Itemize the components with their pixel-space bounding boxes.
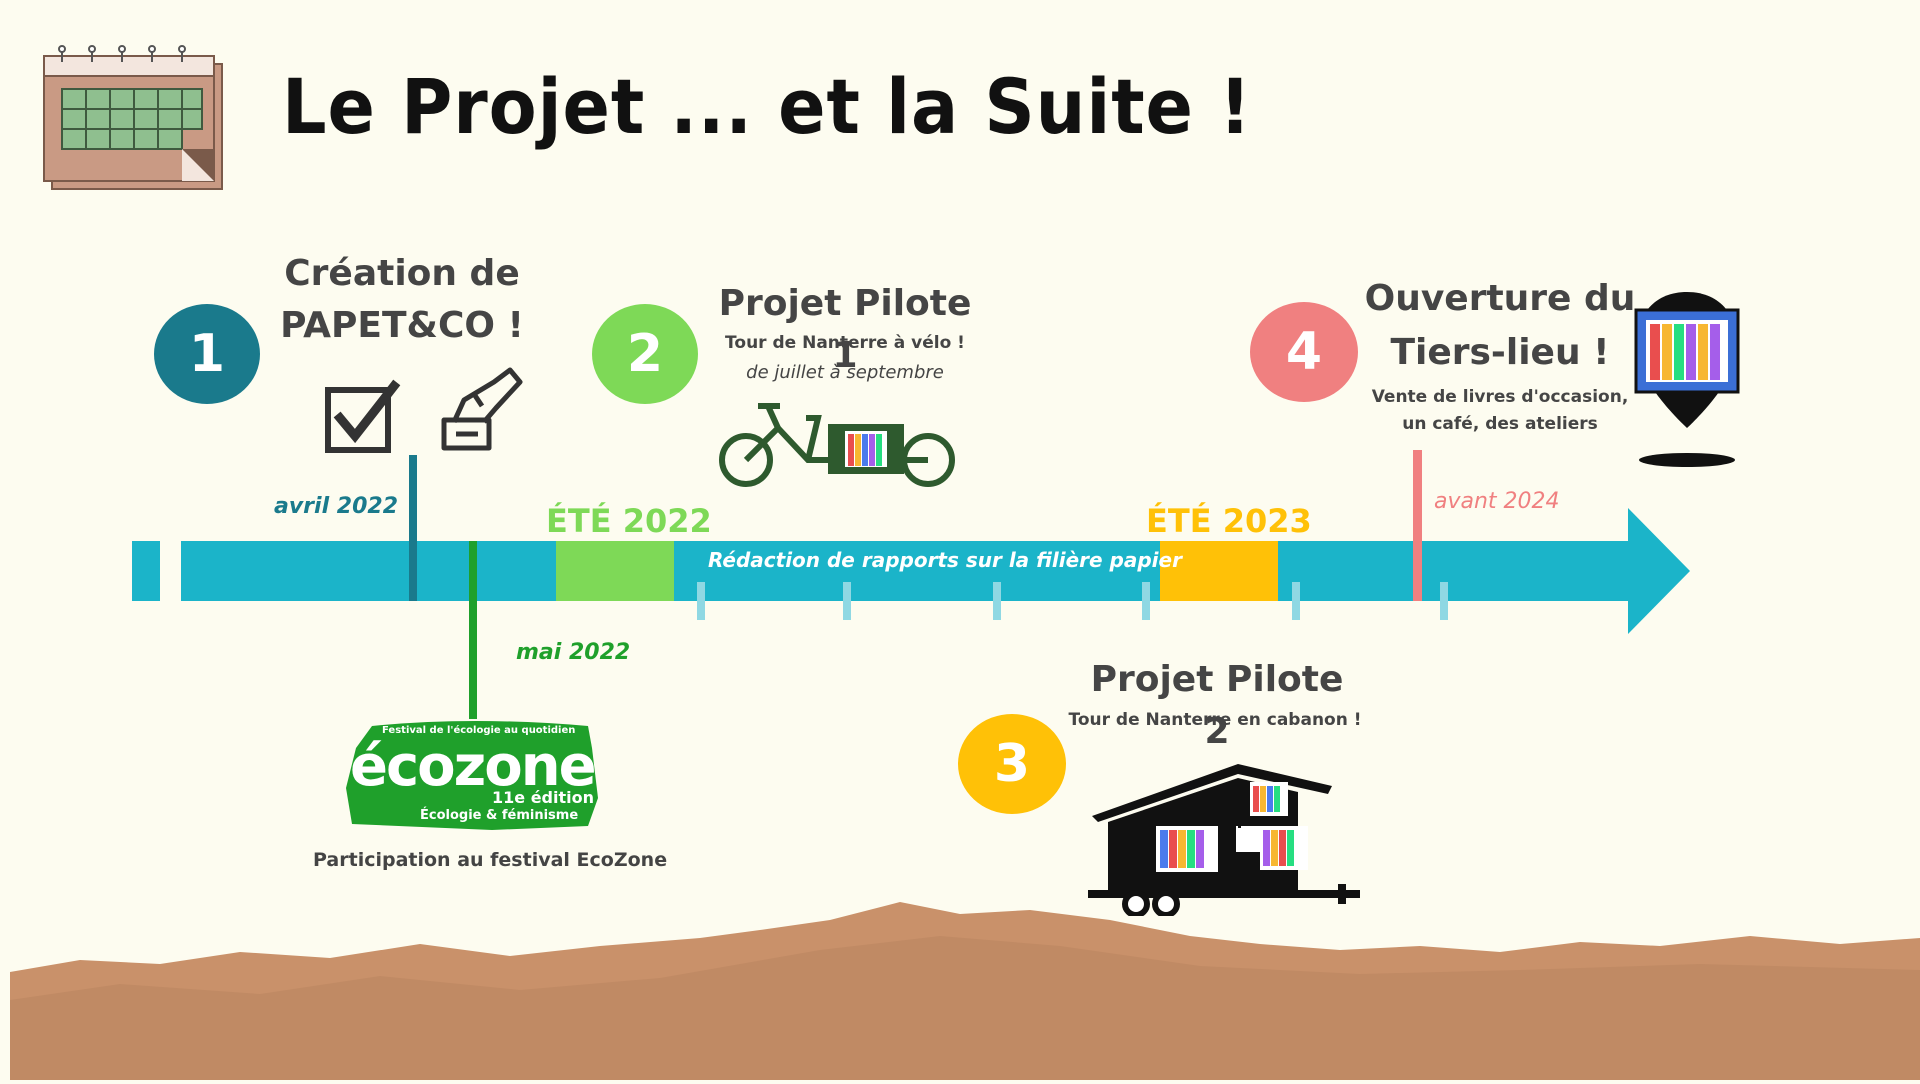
april-2022-marker: [409, 455, 417, 601]
before-2024-date: avant 2024: [1434, 489, 1560, 514]
torn-paper-decoration: [0, 880, 1920, 1080]
ecozone-caption: Participation au festival EcoZone: [313, 849, 668, 871]
step-1-title-line1: Création de: [284, 253, 520, 294]
step-4-number: 4: [1285, 322, 1323, 382]
checkbox-icon: [322, 378, 402, 458]
timeline-tick: [843, 582, 851, 620]
april-2022-date: avril 2022: [274, 494, 399, 519]
timeline-tick: [1440, 582, 1448, 620]
step-2-number: 2: [626, 324, 664, 384]
cargo-bike-icon: [718, 398, 960, 490]
step-4-title: Ouverture du Tiers-lieu !: [1360, 272, 1640, 380]
step-4-subtitle: Vente de livres d'occasion, un café, des…: [1360, 384, 1640, 438]
timeline-tick: [993, 582, 1001, 620]
before-2024-marker: [1413, 450, 1422, 601]
calendar-icon: [40, 44, 230, 194]
summer-2022-label: ÉTÉ 2022: [546, 502, 712, 540]
page-title: Le Projet ... et la Suite !: [282, 62, 1252, 151]
step-1-title-line2: PAPET&CO !: [280, 305, 524, 347]
timeline-tick: [1142, 582, 1150, 620]
step-3-number: 3: [993, 734, 1031, 794]
step-4-subtitle-line1: Vente de livres d'occasion,: [1371, 387, 1629, 407]
step-2-detail: de juillet à septembre: [746, 362, 944, 383]
map-pin-bookshelf-icon: [1632, 292, 1742, 468]
step-1-number: 1: [188, 324, 226, 384]
step-4-title-line2: Tiers-lieu !: [1390, 332, 1610, 373]
step-3-title: Projet Pilote 2: [1090, 659, 1344, 753]
step-3-subtitle: Tour de Nanterre en cabanon !: [1068, 710, 1362, 730]
may-2022-marker: [469, 541, 477, 719]
step-2-circle: 2: [592, 304, 698, 404]
timeline-tick: [1292, 582, 1300, 620]
step-4-subtitle-line2: un café, des ateliers: [1402, 414, 1598, 435]
summer-2022-block: [556, 541, 674, 601]
step-1-title: Création de PAPET&CO !: [262, 248, 542, 352]
ecozone-logo-edition: 11e édition: [492, 788, 594, 807]
timeline-tick: [697, 582, 705, 620]
may-2022-date: mai 2022: [516, 640, 631, 665]
step-4-circle: 4: [1250, 302, 1358, 402]
timeline-arrow-head: [1628, 508, 1690, 634]
ecozone-logo-theme: Écologie & féminisme: [420, 808, 579, 823]
step-1-circle: 1: [154, 304, 260, 404]
signing-hand-icon: [434, 360, 524, 452]
timeline-start-block: [132, 541, 160, 601]
ecozone-logo: Festival de l'écologie au quotidien écoz…: [342, 718, 602, 830]
timeline-middle-text: Rédaction de rapports sur la filière pap…: [708, 548, 1182, 572]
summer-2023-label: ÉTÉ 2023: [1146, 502, 1312, 540]
step-4-title-line1: Ouverture du: [1364, 278, 1636, 319]
step-2-subtitle: Tour de Nanterre à vélo !: [725, 333, 965, 353]
